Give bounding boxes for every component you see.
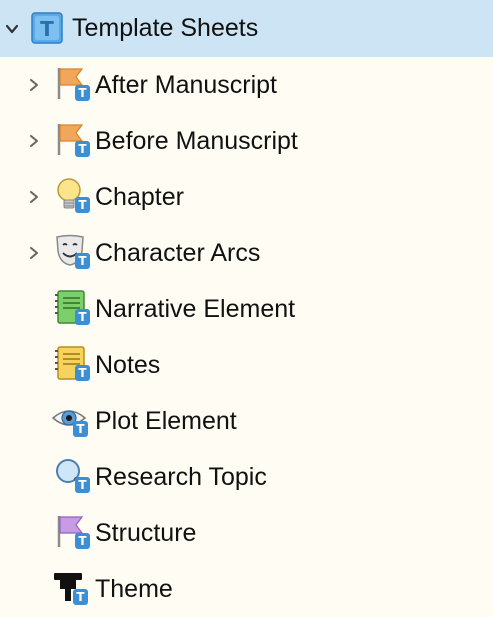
- orange-flag-icon: T: [54, 65, 90, 101]
- template-badge: T: [75, 141, 90, 157]
- tree-row-label: Plot Element: [95, 407, 237, 435]
- binder-tree: T Template Sheets T After Manuscript T B…: [0, 0, 493, 616]
- tree-row-label: Template Sheets: [72, 14, 259, 42]
- tree-row-label: Narrative Element: [95, 295, 296, 323]
- tree-row-plot-element[interactable]: T Plot Element: [0, 393, 493, 449]
- tree-row-structure[interactable]: T Structure: [0, 505, 493, 561]
- tree-row-character-arcs[interactable]: T Character Arcs: [0, 225, 493, 281]
- tree-row-label: After Manuscript: [95, 71, 278, 99]
- eye-icon: T: [51, 401, 88, 437]
- tree-row-template-sheets[interactable]: T Template Sheets: [0, 0, 493, 57]
- template-badge: T: [73, 589, 88, 605]
- magnifier-icon: T: [54, 457, 90, 493]
- tree-row-label: Chapter: [95, 183, 184, 211]
- tree-row-before-manuscript[interactable]: T Before Manuscript: [0, 113, 493, 169]
- purple-flag-icon: T: [54, 513, 90, 549]
- tree-row-label: Theme: [95, 575, 173, 603]
- template-folder-icon: T: [30, 10, 66, 46]
- tree-row-notes[interactable]: T Notes: [0, 337, 493, 393]
- tree-row-label: Research Topic: [95, 463, 267, 491]
- orange-flag-icon: T: [54, 121, 90, 157]
- template-badge: T: [73, 421, 88, 437]
- tree-row-chapter[interactable]: T Chapter: [0, 169, 493, 225]
- tree-row-after-manuscript[interactable]: T After Manuscript: [0, 57, 493, 113]
- chevron-down-icon[interactable]: [4, 21, 20, 37]
- template-badge: T: [75, 365, 90, 381]
- template-badge: T: [75, 533, 90, 549]
- black-hat-icon: T: [52, 569, 88, 605]
- tree-row-theme[interactable]: T Theme: [0, 561, 493, 617]
- chevron-right-icon[interactable]: [26, 245, 42, 261]
- tree-row-label: Character Arcs: [95, 239, 261, 267]
- chevron-right-icon[interactable]: [26, 189, 42, 205]
- chevron-right-icon[interactable]: [26, 133, 42, 149]
- template-badge: T: [75, 309, 90, 325]
- chevron-right-icon[interactable]: [26, 77, 42, 93]
- template-badge: T: [75, 197, 90, 213]
- lightbulb-icon: T: [54, 177, 90, 213]
- tree-row-label: Notes: [95, 351, 161, 379]
- theater-mask-icon: T: [54, 233, 90, 269]
- yellow-notebook-icon: T: [54, 345, 90, 381]
- green-notebook-icon: T: [54, 289, 90, 325]
- template-badge: T: [75, 85, 90, 101]
- tree-row-label: Before Manuscript: [95, 127, 298, 155]
- tree-row-narrative-element[interactable]: T Narrative Element: [0, 281, 493, 337]
- svg-text:T: T: [40, 17, 54, 41]
- template-badge: T: [75, 253, 90, 269]
- template-badge: T: [75, 477, 90, 493]
- tree-row-research-topic[interactable]: T Research Topic: [0, 449, 493, 505]
- tree-row-label: Structure: [95, 519, 197, 547]
